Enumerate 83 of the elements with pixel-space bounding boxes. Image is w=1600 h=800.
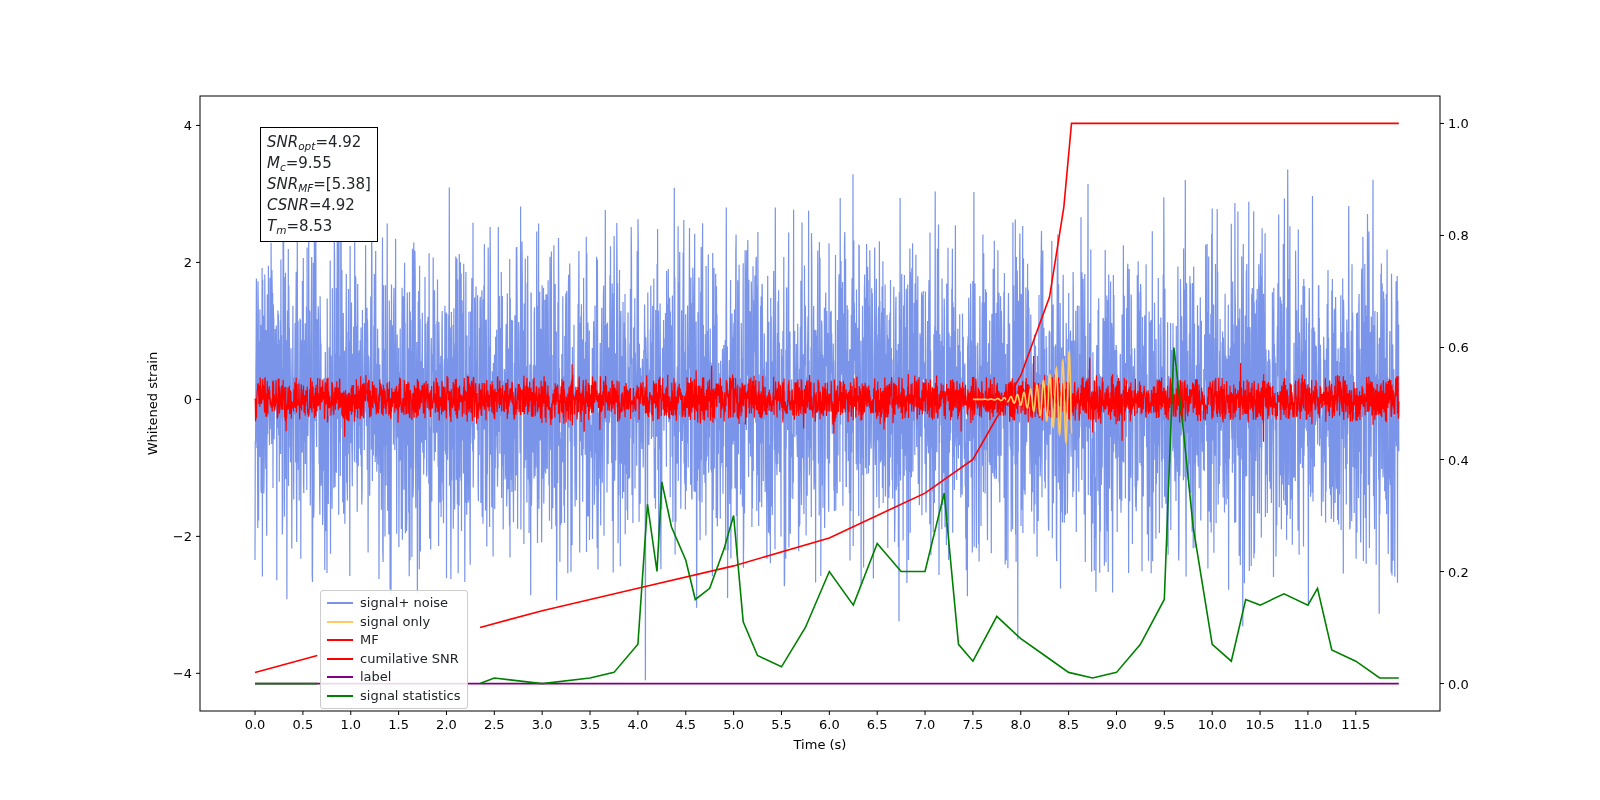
y2-tick-label: 0.2 [1448,564,1469,580]
tick-mark [1211,710,1213,716]
x-tick-label: 11.5 [1341,717,1371,732]
x-tick-label: 0.0 [244,717,266,732]
annotation-text: SNR$_{opt}$=4.92 [267,132,363,153]
x-tick-label: 3.0 [531,717,553,732]
x-axis-label: Time (s) [793,737,847,752]
tick-mark [876,710,878,716]
tick-mark [195,535,201,537]
y-tick-label: −4 [172,666,192,682]
x-tick-label: 3.5 [579,717,601,732]
tick-mark [1439,122,1445,124]
tick-mark [1439,683,1445,685]
tick-mark [1439,459,1445,460]
y-tick-label: −2 [172,529,192,545]
annotation-text: CSNR=4.92 [267,195,356,216]
x-tick-label: 6.5 [866,717,888,732]
tick-mark [1439,234,1445,236]
x-tick-label: 1.0 [340,717,362,732]
y-axis-label: Whitened strain [145,351,160,456]
tick-mark [1307,710,1309,716]
tick-mark [195,672,201,674]
y-tick-label: 0 [183,392,192,408]
tick-mark [445,710,447,716]
tick-mark [972,710,974,716]
annotation-text: M$_{c}$=9.55 [267,153,333,174]
tick-mark [780,710,782,716]
legend-label: signal+ noise [360,594,449,612]
tick-mark [350,710,352,716]
y2-tick-label: 0.6 [1448,340,1469,356]
tick-mark [541,710,543,716]
x-tick-label: 0.5 [292,717,314,732]
x-tick-label: 4.5 [675,717,697,732]
legend-label: label [360,668,392,686]
annotation-text: SNR$_{MF}$=[5.38] [267,174,371,195]
y2-tick-label: 1.0 [1448,116,1469,132]
tick-mark [1439,347,1445,348]
tick-mark [254,710,256,716]
x-tick-label: 1.5 [388,717,409,732]
x-tick-label: 2.5 [484,717,505,732]
x-tick-label: 8.0 [1010,717,1032,732]
y2-tick-label: 0.0 [1448,676,1469,692]
tick-mark [685,710,687,716]
legend-label: MF [360,631,379,649]
x-tick-label: 6.0 [819,717,840,732]
tick-mark [733,710,735,716]
tick-mark [1259,710,1261,716]
x-tick-label: 10.5 [1245,717,1275,732]
x-tick-label: 7.0 [914,717,936,732]
x-tick-label: 5.0 [723,717,744,732]
x-tick-label: 9.5 [1154,717,1175,732]
x-tick-label: 9.0 [1106,717,1127,732]
tick-mark [1355,710,1357,716]
y2-tick-label: 0.8 [1448,228,1469,244]
tick-mark [1116,710,1117,716]
x-tick-label: 10.0 [1197,717,1227,732]
tick-mark [195,124,201,126]
tick-mark [1020,710,1022,716]
y2-tick-label: 0.4 [1448,452,1469,468]
tick-mark [1439,571,1445,573]
tick-mark [637,710,639,716]
tick-mark [1163,710,1165,716]
tick-mark [398,710,400,716]
y-tick-label: 4 [183,118,192,134]
x-tick-label: 5.5 [771,717,792,732]
legend-label: cumilative SNR [360,649,459,668]
x-tick-label: 11.0 [1293,717,1323,732]
tick-mark [302,710,304,716]
legend-label: signal statistics [360,686,461,705]
tick-mark [195,261,201,263]
tick-mark [493,710,495,716]
x-tick-label: 7.5 [962,717,984,732]
tick-mark [195,398,201,400]
legend-label: signal only [360,612,431,631]
x-tick-label: 2.0 [436,717,457,732]
y-tick-label: 2 [183,255,192,271]
tick-mark [924,710,926,716]
x-tick-label: 4.0 [627,717,649,732]
tick-mark [1068,710,1070,716]
tick-mark [828,710,830,716]
annotation-text: T$_{m}$=8.53 [267,216,334,237]
tick-mark [589,710,591,716]
x-tick-label: 8.5 [1058,717,1079,732]
